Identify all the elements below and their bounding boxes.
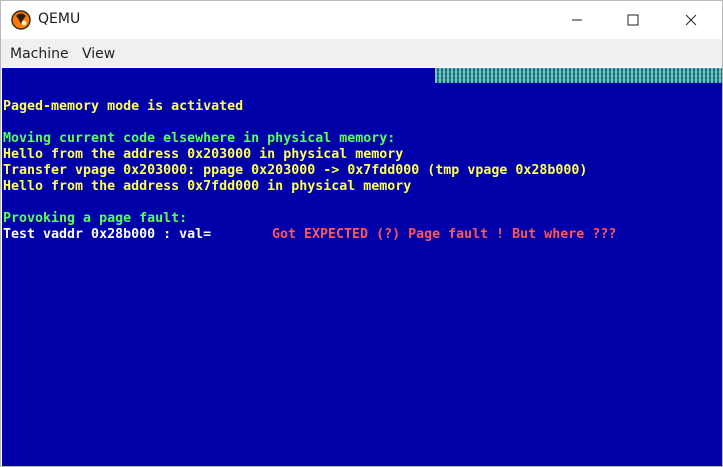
- window-title: QEMU: [38, 11, 81, 27]
- title-bar[interactable]: QEMU: [1, 1, 722, 39]
- close-button[interactable]: [668, 1, 714, 39]
- console-line-hello-1: Hello from the address 0x203000 in physi…: [3, 147, 404, 162]
- qemu-logo-icon: [11, 10, 31, 30]
- menu-view[interactable]: View: [82, 46, 115, 62]
- console-line-test-vaddr: Test vaddr 0x28b000 : val=: [3, 227, 212, 242]
- menu-bar: Machine View: [1, 39, 722, 67]
- minimize-button[interactable]: [554, 1, 600, 39]
- console-line-moving: Moving current code elsewhere in physica…: [3, 131, 396, 146]
- console-line-mode: Paged-memory mode is activated: [3, 99, 244, 114]
- menu-machine[interactable]: Machine: [10, 46, 69, 62]
- minimize-icon: [572, 19, 582, 21]
- maximize-icon: [627, 14, 639, 26]
- status-strip: [435, 68, 722, 83]
- qemu-window: QEMU Machine View Paged-memory mode is a…: [0, 0, 723, 467]
- console-line-page-fault: Got EXPECTED (?) Page fault ! But where …: [272, 227, 617, 242]
- console-line-transfer: Transfer vpage 0x203000: ppage 0x203000 …: [3, 163, 588, 178]
- console-line-provoking: Provoking a page fault:: [3, 211, 188, 226]
- close-icon: [685, 14, 697, 26]
- maximize-button[interactable]: [610, 1, 656, 39]
- console-line-hello-2: Hello from the address 0x7fdd000 in phys…: [3, 179, 412, 194]
- vm-display[interactable]: Paged-memory mode is activated Moving cu…: [2, 68, 722, 466]
